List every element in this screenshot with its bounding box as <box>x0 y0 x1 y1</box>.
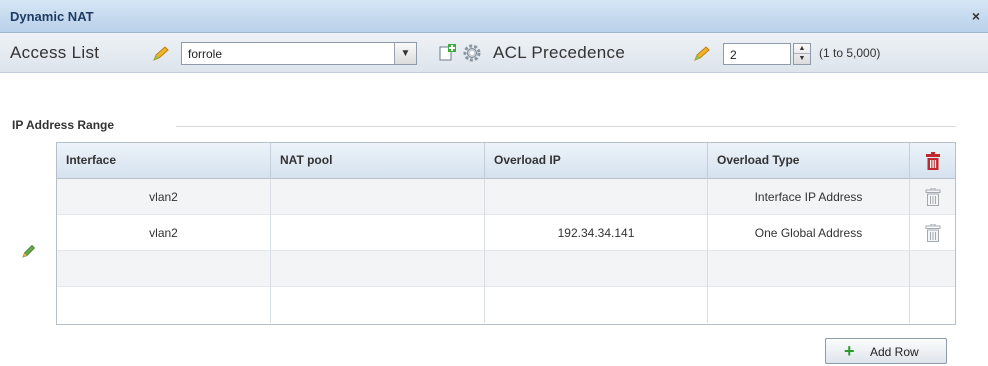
access-list-select[interactable]: forrole ▼ <box>181 42 417 65</box>
acl-precedence-label: ACL Precedence <box>493 43 626 62</box>
column-header-overload-ip[interactable]: Overload IP <box>485 143 708 179</box>
access-list-label: Access List <box>10 43 100 62</box>
trash-icon[interactable] <box>925 188 941 206</box>
trash-icon[interactable] <box>925 224 941 242</box>
cell-interface <box>57 287 271 323</box>
cell-overload-ip <box>485 251 708 287</box>
cell-nat-pool <box>271 251 485 287</box>
cell-nat-pool <box>271 215 485 251</box>
dropdown-arrow-icon[interactable]: ▼ <box>394 43 416 64</box>
ip-range-table: Interface NAT pool Overload IP Overload … <box>56 142 956 325</box>
pencil-icon <box>694 46 710 61</box>
column-header-interface[interactable]: Interface <box>57 143 271 179</box>
spinner-up-button[interactable]: ▲ <box>794 44 810 54</box>
spinner-down-button[interactable]: ▼ <box>794 54 810 64</box>
spinner-icon[interactable]: ▲ ▼ <box>793 43 811 65</box>
cell-overload-ip <box>485 287 708 323</box>
cell-overload-ip: 192.34.34.141 <box>485 215 708 251</box>
cell-overload-type <box>708 287 910 323</box>
acl-toolbar: Access List forrole ▼ ACL Precedence 2 ▲… <box>0 33 988 73</box>
close-icon[interactable]: × <box>972 8 980 24</box>
table-row[interactable]: vlan2 Interface IP Address <box>57 179 955 215</box>
table-row[interactable] <box>57 251 955 287</box>
pencil-icon <box>153 46 169 61</box>
cell-nat-pool <box>271 179 485 215</box>
cell-overload-type: One Global Address <box>708 215 910 251</box>
dialog-titlebar: Dynamic NAT × <box>0 0 988 33</box>
section-divider <box>176 126 956 127</box>
add-row-label: Add Row <box>870 345 919 359</box>
column-header-nat-pool[interactable]: NAT pool <box>271 143 485 179</box>
table-header: Interface NAT pool Overload IP Overload … <box>57 143 955 179</box>
cell-interface: vlan2 <box>57 179 271 215</box>
new-document-icon[interactable] <box>437 43 457 63</box>
gear-icon[interactable] <box>462 43 482 63</box>
cell-overload-type: Interface IP Address <box>708 179 910 215</box>
cell-interface <box>57 251 271 287</box>
add-row-button[interactable]: + Add Row <box>825 338 947 364</box>
column-header-overload-type[interactable]: Overload Type <box>708 143 910 179</box>
table-row[interactable] <box>57 287 955 323</box>
dialog-title: Dynamic NAT <box>10 9 94 24</box>
cell-interface: vlan2 <box>57 215 271 251</box>
acl-precedence-value: 2 <box>730 48 737 62</box>
cell-nat-pool <box>271 287 485 323</box>
acl-precedence-input[interactable]: 2 <box>723 43 791 65</box>
section-label: IP Address Range <box>12 118 115 132</box>
table-row[interactable]: vlan2 192.34.34.141 One Global Address <box>57 215 955 251</box>
acl-precedence-range: (1 to 5,000) <box>819 46 881 60</box>
cell-overload-ip <box>485 179 708 215</box>
cell-overload-type <box>708 251 910 287</box>
edit-row-pencil-icon[interactable] <box>21 243 37 259</box>
access-list-value: forrole <box>188 47 223 61</box>
plus-icon: + <box>844 341 855 361</box>
trash-icon[interactable] <box>925 152 941 170</box>
